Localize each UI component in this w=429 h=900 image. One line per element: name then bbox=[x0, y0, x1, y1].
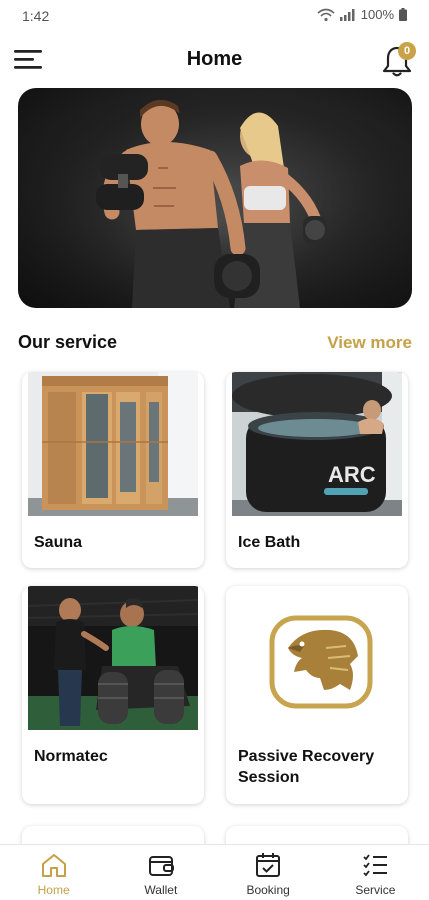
bottom-navigation: Home Wallet Booking Service bbox=[0, 844, 429, 900]
status-bar: 1:42 100% bbox=[0, 0, 429, 32]
service-card-label: Passive Recovery Session bbox=[238, 748, 375, 786]
sauna-photo bbox=[28, 372, 198, 516]
notification-badge: 0 bbox=[398, 42, 416, 60]
view-more-link[interactable]: View more bbox=[327, 333, 412, 353]
nav-wallet[interactable]: Wallet bbox=[107, 845, 214, 900]
fitness-models-image bbox=[18, 88, 412, 308]
svg-text:ARC: ARC bbox=[328, 462, 376, 487]
calendar-icon bbox=[253, 851, 283, 879]
service-card-label: Normatec bbox=[34, 748, 108, 765]
wallet-icon bbox=[146, 851, 176, 879]
service-card-passive-recovery[interactable]: Passive Recovery Session bbox=[226, 586, 408, 804]
wifi-icon bbox=[317, 8, 335, 21]
app-header: Home 0 bbox=[0, 36, 429, 84]
ice-bath-photo: ARC bbox=[232, 372, 402, 516]
nav-booking[interactable]: Booking bbox=[215, 845, 322, 900]
status-icons: 100% bbox=[317, 7, 407, 22]
page-title: Home bbox=[186, 48, 243, 70]
eagle-logo bbox=[232, 586, 402, 730]
nav-label: Home bbox=[37, 883, 70, 897]
normatec-photo bbox=[28, 586, 198, 730]
nav-label: Wallet bbox=[144, 883, 178, 897]
nav-home[interactable]: Home bbox=[0, 845, 107, 900]
service-card-normatec[interactable]: Normatec bbox=[22, 586, 204, 804]
notifications-button[interactable]: 0 bbox=[381, 42, 417, 78]
nav-label: Service bbox=[355, 883, 396, 897]
service-card-label: Ice Bath bbox=[238, 534, 301, 551]
battery-percent: 100% bbox=[360, 7, 394, 22]
home-icon bbox=[39, 851, 69, 879]
list-icon bbox=[360, 851, 390, 879]
service-card-sauna[interactable]: Sauna bbox=[22, 372, 204, 568]
status-time: 1:42 bbox=[22, 8, 50, 24]
nav-label: Booking bbox=[246, 883, 290, 897]
service-card-label: Sauna bbox=[34, 534, 83, 551]
section-title: Our service bbox=[18, 332, 118, 352]
battery-icon bbox=[399, 8, 407, 21]
service-card-ice-bath[interactable]: ARC Ice Bath bbox=[226, 372, 408, 568]
signal-icon bbox=[339, 8, 355, 21]
hero-banner[interactable] bbox=[18, 88, 412, 308]
nav-service[interactable]: Service bbox=[322, 845, 429, 900]
